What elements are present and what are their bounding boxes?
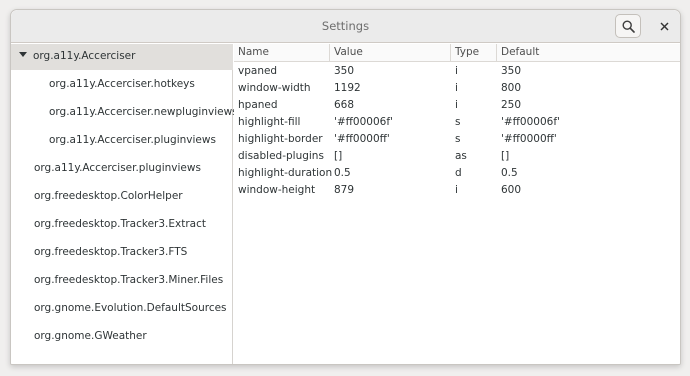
tree-item-label: org.a11y.Accerciser xyxy=(33,50,136,62)
key-default: 250 xyxy=(501,99,522,111)
schema-tree[interactable]: org.a11y.Accerciser org.a11y.Accerciser.… xyxy=(11,44,238,364)
tree-item[interactable]: org.a11y.Accerciser.hotkeys xyxy=(11,72,233,98)
key-type: d xyxy=(455,167,462,179)
key-value[interactable]: '#ff0000ff' xyxy=(334,133,390,145)
key-name: highlight-border xyxy=(238,133,323,145)
table-row[interactable]: window-width 1192 i 800 xyxy=(234,80,680,97)
key-type: s xyxy=(455,133,461,145)
column-header-value[interactable]: Value xyxy=(330,44,451,62)
tree-item-label: org.freedesktop.Tracker3.Miner.Files xyxy=(34,274,224,286)
key-default: 0.5 xyxy=(501,167,518,179)
table-row[interactable]: highlight-border '#ff0000ff' s '#ff0000f… xyxy=(234,131,680,148)
key-default: [] xyxy=(501,150,510,162)
key-value[interactable]: 350 xyxy=(334,65,354,77)
tree-item[interactable]: org.freedesktop.Tracker3.Extract xyxy=(11,212,233,238)
key-value[interactable]: 0.5 xyxy=(334,167,351,179)
tree-item[interactable]: org.a11y.Accerciser.pluginviews xyxy=(11,156,233,182)
tree-item-label: org.freedesktop.Tracker3.FTS xyxy=(34,246,188,258)
key-name: highlight-duration xyxy=(238,167,333,179)
key-name: window-height xyxy=(238,184,316,196)
key-type: i xyxy=(455,184,458,196)
key-type: i xyxy=(455,99,458,111)
key-type: i xyxy=(455,82,458,94)
key-default: '#ff0000ff' xyxy=(501,133,557,145)
tree-item-selected[interactable]: org.a11y.Accerciser xyxy=(11,44,233,70)
column-header-default[interactable]: Default xyxy=(497,44,680,62)
key-name: window-width xyxy=(238,82,311,94)
tree-item[interactable]: org.freedesktop.Tracker3.FTS xyxy=(11,240,233,266)
tree-item[interactable]: org.freedesktop.ColorHelper xyxy=(11,184,233,210)
tree-item[interactable]: org.a11y.Accerciser.pluginviews xyxy=(11,128,233,154)
close-icon xyxy=(660,22,668,30)
table-row[interactable]: highlight-duration 0.5 d 0.5 xyxy=(234,165,680,182)
key-name: hpaned xyxy=(238,99,278,111)
tree-item-label: org.gnome.GWeather xyxy=(34,330,147,342)
key-name: disabled-plugins xyxy=(238,150,324,162)
tree-item[interactable]: org.gnome.GWeather xyxy=(11,324,233,350)
search-button[interactable] xyxy=(615,14,641,38)
key-type: i xyxy=(455,65,458,77)
key-default: 600 xyxy=(501,184,522,196)
tree-item-label: org.gnome.Evolution.DefaultSources xyxy=(34,302,227,314)
tree-item-label: org.a11y.Accerciser.pluginviews xyxy=(34,162,201,174)
key-value[interactable]: 1192 xyxy=(334,82,361,94)
table-row[interactable]: disabled-plugins [] as [] xyxy=(234,148,680,165)
close-button[interactable] xyxy=(653,15,675,37)
table-row[interactable]: highlight-fill '#ff00006f' s '#ff00006f' xyxy=(234,114,680,131)
key-name: highlight-fill xyxy=(238,116,301,128)
column-header-type[interactable]: Type xyxy=(451,44,497,62)
key-value[interactable]: [] xyxy=(334,150,342,162)
tree-item[interactable]: org.a11y.Accerciser.newpluginviews xyxy=(11,100,238,126)
key-default: '#ff00006f' xyxy=(501,116,560,128)
window-title: Settings xyxy=(321,19,370,33)
key-value[interactable]: '#ff00006f' xyxy=(334,116,393,128)
key-default: 800 xyxy=(501,82,522,94)
header-bar: Settings xyxy=(11,10,680,43)
settings-window: Settings org.a11y.Accerciser org.a11y.Ac… xyxy=(10,9,681,365)
tree-item-label: org.a11y.Accerciser.hotkeys xyxy=(49,78,195,90)
key-value[interactable]: 668 xyxy=(334,99,354,111)
table-row[interactable]: hpaned 668 i 250 xyxy=(234,97,680,114)
tree-item-label: org.freedesktop.Tracker3.Extract xyxy=(34,218,206,230)
triangle-down-icon[interactable] xyxy=(19,52,27,57)
key-value[interactable]: 879 xyxy=(334,184,354,196)
keys-table: Name Value Type Default vpaned 350 i 350… xyxy=(234,44,680,364)
search-icon xyxy=(621,19,635,33)
tree-item[interactable]: org.gnome.Evolution.DefaultSources xyxy=(11,296,233,322)
key-default: 350 xyxy=(501,65,522,77)
key-name: vpaned xyxy=(238,65,278,77)
tree-item[interactable]: org.freedesktop.Tracker3.Miner.Files xyxy=(11,268,233,294)
tree-item-label: org.freedesktop.ColorHelper xyxy=(34,190,183,202)
column-header-name[interactable]: Name xyxy=(234,44,330,62)
table-row[interactable]: vpaned 350 i 350 xyxy=(234,63,680,80)
key-type: as xyxy=(455,150,467,162)
tree-item-label: org.a11y.Accerciser.newpluginviews xyxy=(49,106,238,118)
table-row[interactable]: window-height 879 i 600 xyxy=(234,182,680,199)
key-type: s xyxy=(455,116,461,128)
tree-item-label: org.a11y.Accerciser.pluginviews xyxy=(49,134,216,146)
